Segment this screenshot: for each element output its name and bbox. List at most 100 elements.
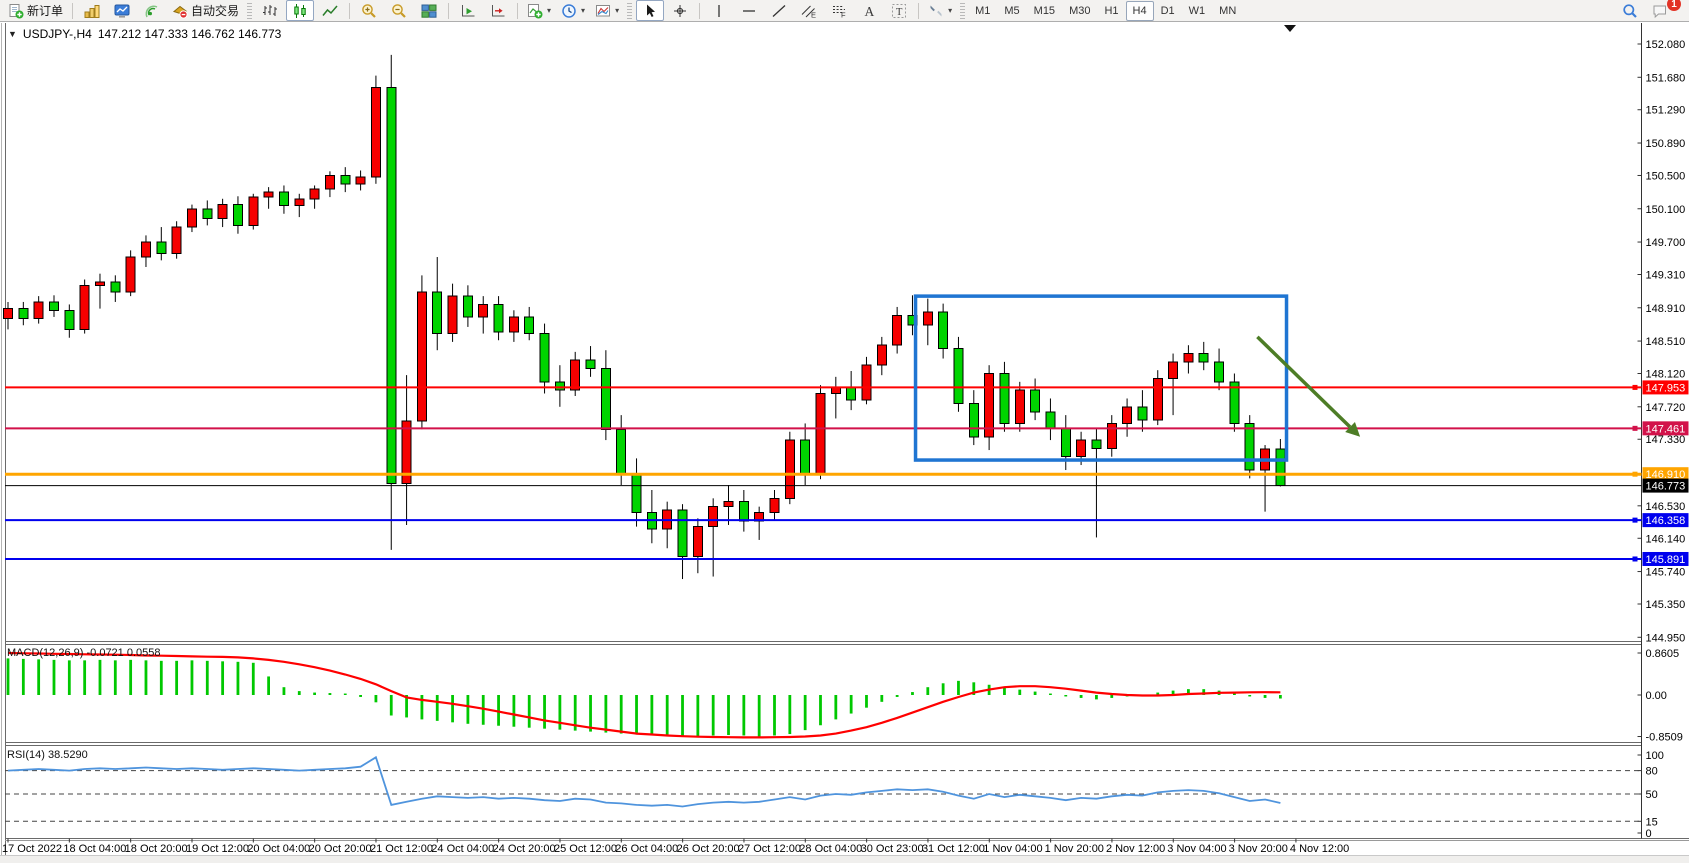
candle-body (985, 374, 994, 437)
candle-body (785, 440, 794, 498)
candle-body (387, 87, 396, 483)
timeframe-button-m15[interactable]: M15 (1027, 1, 1062, 21)
autotrading-button[interactable]: 自动交易 (168, 0, 243, 21)
chart-canvas[interactable]: 152.080151.680151.290150.890150.500150.1… (0, 0, 1689, 863)
symbol-dropdown-icon[interactable]: ▼ (8, 29, 17, 39)
candle-body (709, 507, 718, 527)
auto-scroll-button[interactable] (484, 0, 512, 21)
timeframe-button-w1[interactable]: W1 (1182, 1, 1213, 21)
timeframe-button-d1[interactable]: D1 (1154, 1, 1182, 21)
chart-shift-button[interactable] (454, 0, 482, 21)
svg-text:24 Oct 04:00: 24 Oct 04:00 (431, 843, 494, 855)
new-order-icon (8, 3, 24, 19)
indicators-add-icon (527, 3, 543, 19)
crosshair-button[interactable] (666, 0, 694, 21)
periods-button[interactable]: ▾ (557, 0, 589, 21)
candle-body (1015, 390, 1024, 423)
candle-body (1169, 362, 1178, 379)
candle-body (157, 242, 166, 254)
toolbar-drag-handle[interactable] (960, 3, 965, 19)
templates-button[interactable]: ▾ (591, 0, 623, 21)
svg-text:149.700: 149.700 (1646, 237, 1686, 249)
candle-body (1276, 449, 1285, 486)
candle-body (203, 209, 212, 219)
chevron-down-icon: ▾ (547, 6, 551, 15)
svg-text:26 Oct 04:00: 26 Oct 04:00 (615, 843, 678, 855)
timeframe-button-mn[interactable]: MN (1212, 1, 1243, 21)
clock-icon (561, 3, 577, 19)
candle-body (617, 429, 626, 473)
candle-body (1000, 374, 1009, 424)
notifications-button[interactable]: 1 (1646, 0, 1674, 21)
horizontal-line-button[interactable] (735, 0, 763, 21)
candle-body (540, 334, 549, 382)
svg-text:151.290: 151.290 (1646, 105, 1686, 117)
bar-chart-mode-button[interactable] (256, 0, 284, 21)
svg-text:151.680: 151.680 (1646, 72, 1686, 84)
crosshair-icon (672, 3, 688, 19)
candle-body (448, 296, 457, 333)
svg-text:100: 100 (1646, 750, 1664, 762)
svg-text:146.358: 146.358 (1646, 515, 1686, 527)
search-button[interactable] (1616, 0, 1644, 21)
candle-body (1153, 379, 1162, 421)
svg-text:147.720: 147.720 (1646, 402, 1686, 414)
search-icon (1622, 3, 1638, 19)
ohlc-values: 147.212 147.333 146.762 146.773 (98, 27, 282, 41)
line-chart-mode-button[interactable] (316, 0, 344, 21)
vertical-line-button[interactable] (705, 0, 733, 21)
candle-body (1092, 440, 1101, 448)
candle-body (463, 296, 472, 317)
svg-text:0.00: 0.00 (1646, 690, 1667, 702)
svg-text:145.740: 145.740 (1646, 567, 1686, 579)
timeframe-button-m30[interactable]: M30 (1062, 1, 1097, 21)
text-icon: A (861, 3, 877, 19)
strategy-tester-button[interactable] (108, 0, 136, 21)
new-order-button[interactable]: 新订单 (4, 0, 67, 21)
svg-text:24 Oct 20:00: 24 Oct 20:00 (493, 843, 556, 855)
charts-window-button[interactable] (78, 0, 106, 21)
text-label-button[interactable]: T (885, 0, 913, 21)
svg-text:T: T (896, 7, 903, 18)
candle-body (893, 315, 902, 345)
candle-body (95, 282, 104, 285)
svg-text:150.100: 150.100 (1646, 204, 1686, 216)
candle-body (678, 510, 687, 557)
timeframe-button-m5[interactable]: M5 (997, 1, 1026, 21)
candle-body (126, 257, 135, 292)
text-button[interactable]: A (855, 0, 883, 21)
candle-body (279, 192, 288, 205)
svg-text:4 Nov 12:00: 4 Nov 12:00 (1290, 843, 1349, 855)
toolbar-drag-handle[interactable] (627, 3, 632, 19)
candle-body (264, 192, 273, 197)
cursor-button[interactable] (636, 0, 664, 21)
candle-body (371, 87, 380, 177)
signals-button[interactable] (138, 0, 166, 21)
toolbar-drag-handle[interactable] (247, 3, 252, 19)
candle-body (601, 369, 610, 430)
tile-windows-button[interactable] (415, 0, 443, 21)
timeframe-button-h1[interactable]: H1 (1097, 1, 1125, 21)
candle-body (417, 292, 426, 421)
channel-button[interactable]: E (795, 0, 823, 21)
svg-text:18 Oct 04:00: 18 Oct 04:00 (63, 843, 126, 855)
chart-list-marker[interactable] (1284, 25, 1296, 32)
macd-name: MACD(12,26,9) (7, 647, 83, 659)
svg-text:144.950: 144.950 (1646, 632, 1686, 644)
candlestick-mode-button[interactable] (286, 0, 314, 21)
zoom-in-button[interactable] (355, 0, 383, 21)
svg-text:20 Oct 04:00: 20 Oct 04:00 (247, 843, 310, 855)
trendline-button[interactable] (765, 0, 793, 21)
indicators-button[interactable]: ▾ (523, 0, 555, 21)
arrow-annotation[interactable] (1257, 337, 1350, 427)
candle-body (1245, 423, 1254, 470)
text-label-icon: T (891, 3, 907, 19)
candle-body (1107, 423, 1116, 448)
zoom-out-button[interactable] (385, 0, 413, 21)
macd-indicator-label: MACD(12,26,9) -0.0721 0.0558 (7, 647, 161, 659)
svg-text:148.910: 148.910 (1646, 303, 1686, 315)
timeframe-button-h4[interactable]: H4 (1126, 1, 1154, 21)
fibonacci-button[interactable]: F (825, 0, 853, 21)
arrows-button[interactable]: ▾ (924, 0, 956, 21)
timeframe-button-m1[interactable]: M1 (968, 1, 997, 21)
